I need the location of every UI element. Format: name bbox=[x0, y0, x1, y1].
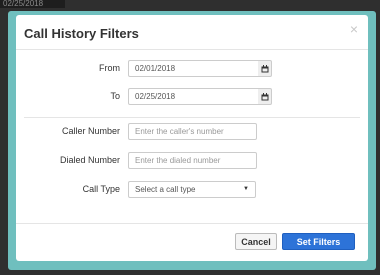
call-type-select[interactable]: Select a call type ▼ bbox=[128, 181, 256, 198]
background-tab: 02/25/2018 bbox=[0, 0, 65, 8]
to-calendar-button[interactable] bbox=[258, 88, 272, 105]
dialed-number-label: Dialed Number bbox=[59, 155, 120, 165]
caller-number-input[interactable] bbox=[128, 123, 257, 140]
from-label: From bbox=[99, 63, 120, 73]
modal-footer: Cancel Set Filters bbox=[16, 223, 368, 261]
dialed-number-input[interactable] bbox=[128, 152, 257, 169]
call-type-row: Call Type Select a call type ▼ bbox=[16, 181, 368, 199]
call-type-selected: Select a call type bbox=[135, 185, 196, 194]
to-label: To bbox=[110, 91, 120, 101]
to-date-input[interactable] bbox=[128, 88, 259, 105]
calendar-icon bbox=[261, 92, 268, 100]
form-divider bbox=[24, 117, 360, 118]
set-filters-button[interactable]: Set Filters bbox=[282, 233, 355, 250]
to-row: To bbox=[16, 88, 368, 106]
from-calendar-button[interactable] bbox=[258, 60, 272, 77]
caller-number-row: Caller Number bbox=[16, 123, 368, 141]
calendar-icon bbox=[261, 64, 268, 72]
cancel-button[interactable]: Cancel bbox=[235, 233, 277, 250]
from-row: From bbox=[16, 60, 368, 78]
caller-number-label: Caller Number bbox=[61, 126, 120, 136]
close-icon[interactable]: × bbox=[350, 21, 358, 37]
modal-header: Call History Filters × bbox=[16, 15, 368, 50]
modal-title: Call History Filters bbox=[24, 26, 139, 41]
chevron-down-icon: ▼ bbox=[243, 186, 249, 192]
dialed-number-row: Dialed Number bbox=[16, 152, 368, 170]
call-history-filters-modal: Call History Filters × From To bbox=[16, 15, 368, 261]
call-type-label: Call Type bbox=[82, 184, 120, 194]
from-date-input[interactable] bbox=[128, 60, 259, 77]
